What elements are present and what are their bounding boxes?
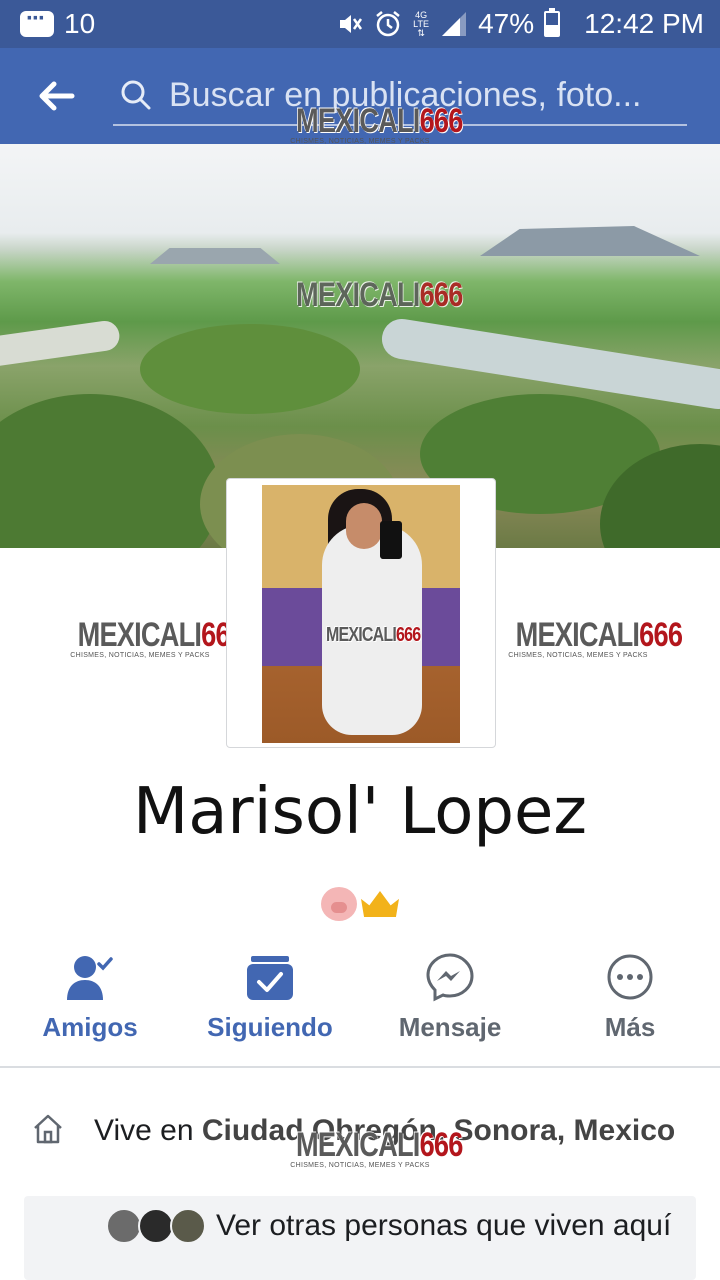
avatar-group — [106, 1208, 210, 1244]
alarm-icon — [374, 10, 402, 38]
bio-emojis — [0, 882, 720, 922]
friends-label: Amigos — [42, 1012, 138, 1042]
lives-in-prefix: Vive en — [94, 1114, 202, 1147]
search-icon — [119, 78, 153, 112]
profile-name: Marisol' Lopez — [132, 775, 588, 849]
profile-photo — [262, 485, 460, 743]
message-button[interactable]: Mensaje — [360, 950, 540, 1046]
more-button[interactable]: Más — [540, 950, 720, 1046]
profile-picture[interactable]: MEXICALI666 — [226, 478, 496, 748]
divider — [0, 1066, 720, 1068]
watermark-logo: MEXICALI666 CHISMES, NOTICIAS, MEMES Y P… — [70, 616, 245, 659]
network-type: 4G LTE ⇅ — [413, 9, 430, 38]
following-button[interactable]: Siguiendo — [180, 950, 360, 1046]
avatar — [106, 1208, 142, 1244]
following-check-icon — [245, 952, 295, 1002]
search-placeholder: Buscar en publicaciones, foto... — [169, 76, 642, 114]
friends-check-icon — [65, 952, 115, 1002]
mute-icon — [336, 10, 364, 38]
others-living-here[interactable]: Ver otras personas que viven aquí — [24, 1196, 696, 1280]
search-input[interactable]: Buscar en publicaciones, foto... — [113, 70, 687, 126]
message-label: Mensaje — [398, 1012, 502, 1042]
others-link-text: Ver otras personas que viven aquí — [216, 1209, 672, 1242]
pig-emoji-icon — [321, 887, 357, 922]
more-dots-icon — [605, 952, 655, 1002]
watermark-logo: MEXICALI666 CHISMES, NOTICIAS, MEMES Y P… — [508, 616, 683, 659]
crown-emoji-icon — [361, 891, 399, 918]
following-label: Siguiendo — [207, 1012, 333, 1042]
messenger-icon — [425, 952, 475, 1002]
battery-percent: 47% — [478, 8, 535, 39]
battery-icon — [544, 8, 561, 37]
location-link[interactable]: Ciudad Obregón, Sonora, Mexico — [202, 1114, 675, 1147]
notification-count: 10 — [64, 8, 96, 39]
avatar — [170, 1208, 206, 1244]
avatar — [138, 1208, 174, 1244]
top-bar: Buscar en publicaciones, foto... — [0, 48, 720, 144]
friends-button[interactable]: Amigos — [0, 950, 180, 1046]
profile-actions: Amigos Siguiendo Mensaje Más — [0, 950, 720, 1046]
more-label: Más — [604, 1012, 656, 1042]
home-icon — [32, 1113, 64, 1145]
status-bar: 10 4GLTE⇅ 47% 12:42 PM — [0, 0, 720, 48]
lives-in-text: Vive en Ciudad Obregón, Sonora, Mexico — [94, 1112, 694, 1150]
back-arrow-icon[interactable] — [36, 76, 76, 116]
messages-icon — [20, 5, 54, 37]
clock: 12:42 PM — [584, 8, 704, 39]
signal-icon — [440, 10, 468, 38]
